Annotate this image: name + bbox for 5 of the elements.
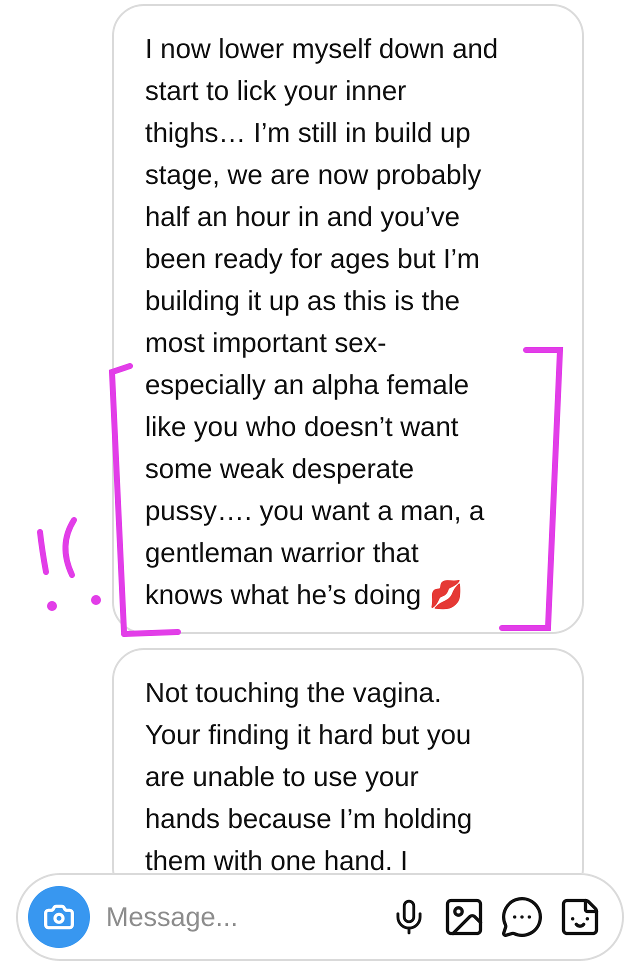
chat-bubble-icon[interactable] xyxy=(500,895,544,939)
message-text: Not touching the vagina. Your finding it hard but you are unable to use your hands because I’m holding them with one hand. I xyxy=(145,676,474,873)
message-text: I now lower myself down and start to lick your inner thighs… I’m still in build up stage, we are now probably half an hour in and you’ve been ready for ages but I’m building it up as this is the most important sex- especially an alpha female like you who doesn’t want some weak desperate pussy…. you want a man, a gentleman warrior that knows what he’s doing 💋 xyxy=(145,32,500,612)
underline-mark xyxy=(121,629,181,637)
camera-button[interactable] xyxy=(28,886,90,948)
